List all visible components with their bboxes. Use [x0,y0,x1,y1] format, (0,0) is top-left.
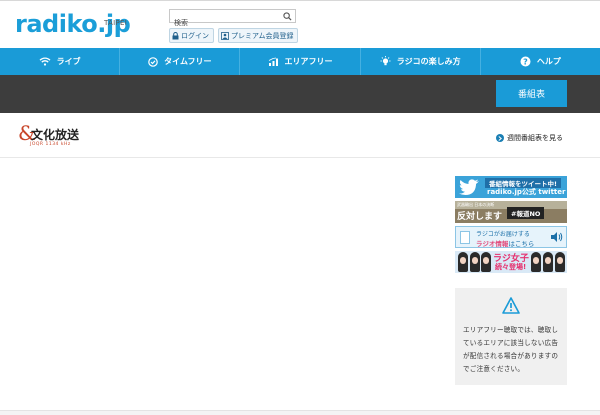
station-name: 文化放送 [31,128,80,142]
girl-photo [458,252,468,272]
nav-item-label: ラジコの楽しみ方 [396,57,461,66]
weekly-link-label: 週間番組表を見る [507,134,563,142]
premium-register-button[interactable]: プレミアム会員登録 [218,28,298,43]
film-banner-line0: 武器輸出 日本の決断 [457,202,495,207]
warning-icon [502,297,520,314]
nav-item-label: ライブ [56,57,81,66]
girl-photo [470,252,480,272]
speaker-icon [551,232,563,242]
radio-girls-banner[interactable]: ラジ女子 続々登場! [455,251,567,273]
film-banner[interactable]: 武器輸出 日本の決断 反対します #報道NO [455,201,567,223]
nav-item-label: エリアフリー [284,57,333,66]
radio-info-suffix: はこちら [508,240,535,248]
region-label: TAIPEI [104,19,128,27]
schedule-button[interactable]: 番組表 [496,80,567,107]
nav-item-help[interactable]: ? ヘルプ [481,48,600,75]
nav-item-how-to-enjoy[interactable]: ラジコの楽しみ方 [361,48,481,75]
chart-bars-icon [268,57,278,66]
radio-info-line2: ラジオ情報はこちら [476,238,534,248]
nav-item-areafree[interactable]: エリアフリー [240,48,361,75]
wifi-icon [39,57,51,66]
footer-divider [0,410,600,415]
radio-info-banner[interactable]: ラジコがお届けする ラジオ情報はこちら [455,226,567,248]
help-circle-icon: ? [520,56,531,67]
radio-info-line1: ラジコがお届けする [476,231,530,238]
clock-check-icon [148,56,158,67]
site-header: radiko.jp TAIPEI ログイン プレミアム会員登録 [0,0,600,48]
chevron-right-icon [496,134,504,142]
weekly-schedule-link[interactable]: 週間番組表を見る [496,133,563,143]
nav-item-live[interactable]: ライブ [0,48,121,75]
girl-photo [543,252,553,272]
areafree-notice: エリアフリー聴取では、聴取しているエリアに該当しない広告が配信される場合がありま… [455,288,567,385]
search-box[interactable] [169,9,296,29]
nav-item-label: タイムフリー [164,57,212,66]
film-banner-line1: 反対します [457,212,503,222]
nav-item-timefree[interactable]: タイムフリー [120,48,241,75]
girl-photo [531,252,541,272]
radio-girls-line2: 続々登場! [495,263,527,271]
bulb-icon [380,56,391,66]
girl-photo [555,252,565,272]
login-label: ログイン [181,31,209,40]
station-logo[interactable]: & 文化放送 JOQR 1134 kHz [18,123,86,149]
lock-icon [172,31,179,39]
film-banner-line2: #報道NO [507,207,545,219]
station-frequency: JOQR 1134 kHz [30,142,71,147]
nav-item-label: ヘルプ [536,57,561,66]
clipboard-icon [460,231,470,244]
svg-text:?: ? [523,57,528,66]
girl-photo [481,252,491,272]
main-nav: ライブ タイムフリー エリアフリー ラジコの楽しみ方 ? ヘルプ [0,48,600,75]
search-icon[interactable] [283,12,292,21]
notice-text: エリアフリー聴取では、聴取しているエリアに該当しない広告が配信される場合がありま… [463,326,559,373]
station-row: & 文化放送 JOQR 1134 kHz 週間番組表を見る [0,113,600,158]
radio-info-highlight: ラジオ情報 [476,240,509,248]
premium-label: プレミアム会員登録 [231,31,294,40]
twitter-bird-icon [459,179,479,195]
login-button[interactable]: ログイン [169,28,214,43]
program-bar: 番組表 [0,75,600,113]
twitter-banner[interactable]: 番組情報をツイート中! radiko.jp公式 twitter [455,176,567,198]
twitter-banner-line2: radiko.jp公式 twitter [487,188,566,196]
premium-member-icon [221,31,229,40]
